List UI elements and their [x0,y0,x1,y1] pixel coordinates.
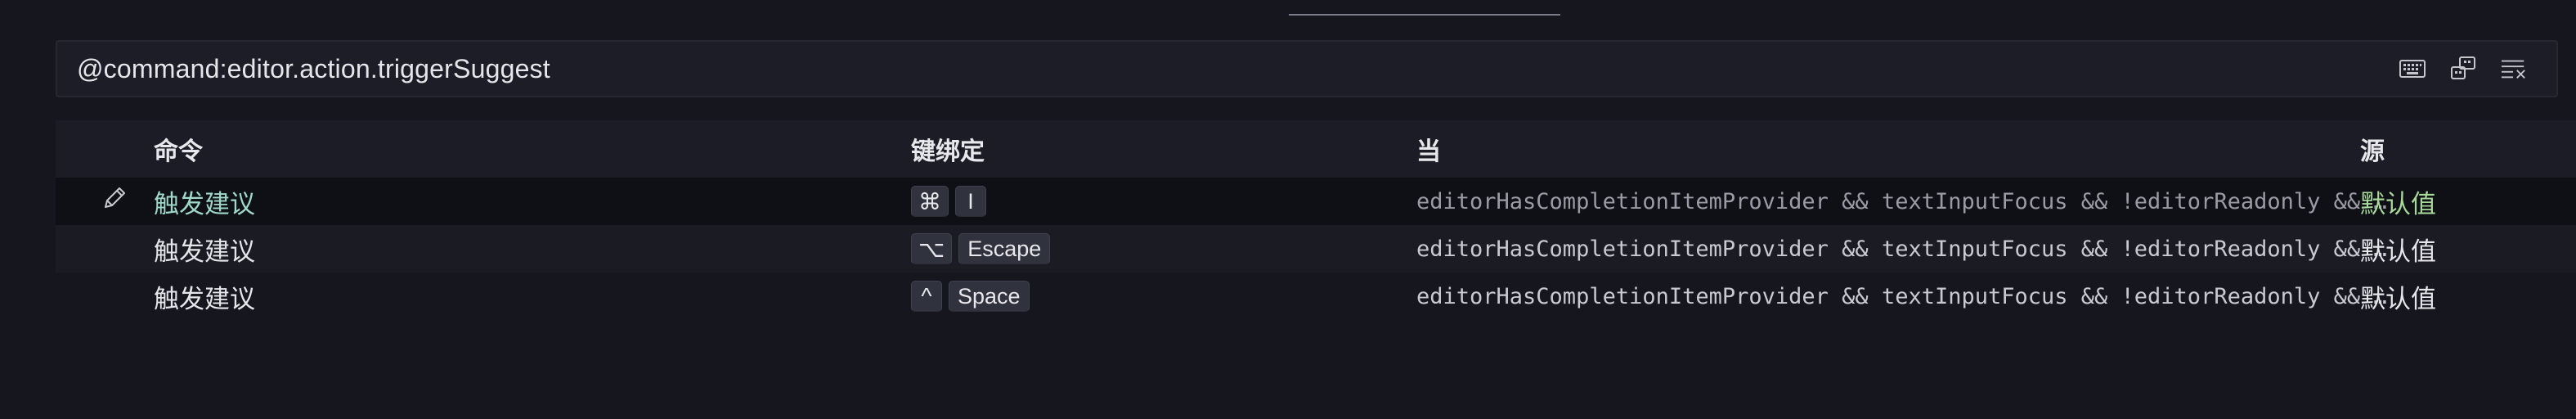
keycap-key: Escape [958,233,1051,264]
pencil-icon [101,184,128,219]
keybinding-cell: ⌥ Escape [911,225,1051,273]
sort-by-precedence-icon[interactable] [2450,56,2476,82]
source-label: 默认值 [2360,189,2436,219]
keybinding-cell: ⌘ I [911,178,986,225]
source-cell: 默认值 [2360,178,2436,225]
clear-filter-icon[interactable] [2501,56,2527,82]
table-row[interactable]: 触发建议 ^ Space editorHasCompletionItemProv… [56,273,2576,320]
keycap-control: ^ [911,281,942,312]
column-header-keybinding[interactable]: 键绑定 [911,120,985,178]
source-label: 默认值 [2360,237,2436,266]
source-cell: 默认值 [2360,273,2436,320]
when-expression: editorHasCompletionItemProvider && textI… [1416,283,2390,309]
column-header-command[interactable]: 命令 [154,120,203,178]
edit-keybinding-button[interactable] [98,178,131,225]
keycap-key: Space [949,281,1030,312]
command-cell: 触发建议 [154,178,255,225]
table-header: 命令 键绑定 当 源 [56,120,2576,178]
keycap-command: ⌘ [911,186,949,217]
column-header-when[interactable]: 当 [1416,120,2398,178]
keybinding-cell: ^ Space [911,273,1030,320]
search-input[interactable]: @command:editor.action.triggerSuggest [77,42,2367,96]
keyboard-shortcuts-editor: @command:editor.action.triggerSuggest 命令… [0,0,2576,419]
keybindings-table: 命令 键绑定 当 源 触发建议 ⌘ I editorHasCompletionI… [56,120,2576,320]
source-cell: 默认值 [2360,225,2436,273]
command-cell: 触发建议 [154,273,255,320]
column-header-source[interactable]: 源 [2360,120,2385,178]
source-label: 默认值 [2360,284,2436,313]
when-cell: editorHasCompletionItemProvider && textI… [1416,225,2398,273]
when-expression: editorHasCompletionItemProvider && textI… [1416,188,2390,214]
record-keys-icon[interactable] [2399,56,2426,82]
keybindings-search-box[interactable]: @command:editor.action.triggerSuggest [56,40,2558,97]
command-label: 触发建议 [154,237,255,266]
command-label: 触发建议 [154,189,255,219]
when-cell: editorHasCompletionItemProvider && textI… [1416,273,2398,320]
search-actions [2399,42,2527,96]
when-cell: editorHasCompletionItemProvider && textI… [1416,178,2398,225]
keycap-option: ⌥ [911,233,953,264]
when-expression: editorHasCompletionItemProvider && textI… [1416,236,2390,262]
command-label: 触发建议 [154,284,255,313]
command-cell: 触发建议 [154,225,255,273]
active-tab-indicator [1289,14,1560,16]
table-row[interactable]: 触发建议 ⌥ Escape editorHasCompletionItemPro… [56,225,2576,273]
keycap-key: I [955,186,986,217]
table-row[interactable]: 触发建议 ⌘ I editorHasCompletionItemProvider… [56,178,2576,225]
